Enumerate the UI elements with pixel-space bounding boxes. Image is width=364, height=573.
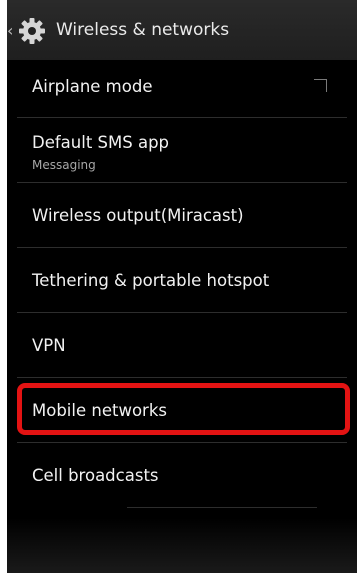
setting-label: Airplane mode (32, 77, 153, 96)
action-bar: ‹ Wireless & networks (7, 0, 357, 60)
phone-screen: ‹ Wireless & networks Airplane mode Defa… (7, 0, 357, 573)
divider (127, 507, 317, 508)
bottom-fade (7, 518, 357, 573)
setting-tethering-hotspot[interactable]: Tethering & portable hotspot (7, 248, 357, 312)
setting-label: VPN (32, 336, 66, 355)
setting-summary: Messaging (32, 158, 96, 172)
setting-wireless-output[interactable]: Wireless output(Miracast) (7, 183, 357, 247)
setting-airplane-mode[interactable]: Airplane mode (7, 57, 357, 117)
setting-label: Cell broadcasts (32, 466, 159, 485)
setting-default-sms-app[interactable]: Default SMS app Messaging (7, 118, 357, 182)
setting-label: Tethering & portable hotspot (32, 271, 270, 290)
airplane-mode-checkbox[interactable] (314, 79, 327, 92)
mobile-networks-highlight (17, 383, 350, 435)
page-title: Wireless & networks (56, 20, 230, 40)
setting-label: Wireless output(Miracast) (32, 206, 244, 225)
setting-cell-broadcasts[interactable]: Cell broadcasts (7, 443, 357, 507)
setting-label: Default SMS app (32, 133, 170, 152)
setting-vpn[interactable]: VPN (7, 313, 357, 377)
gear-icon[interactable] (17, 16, 47, 46)
